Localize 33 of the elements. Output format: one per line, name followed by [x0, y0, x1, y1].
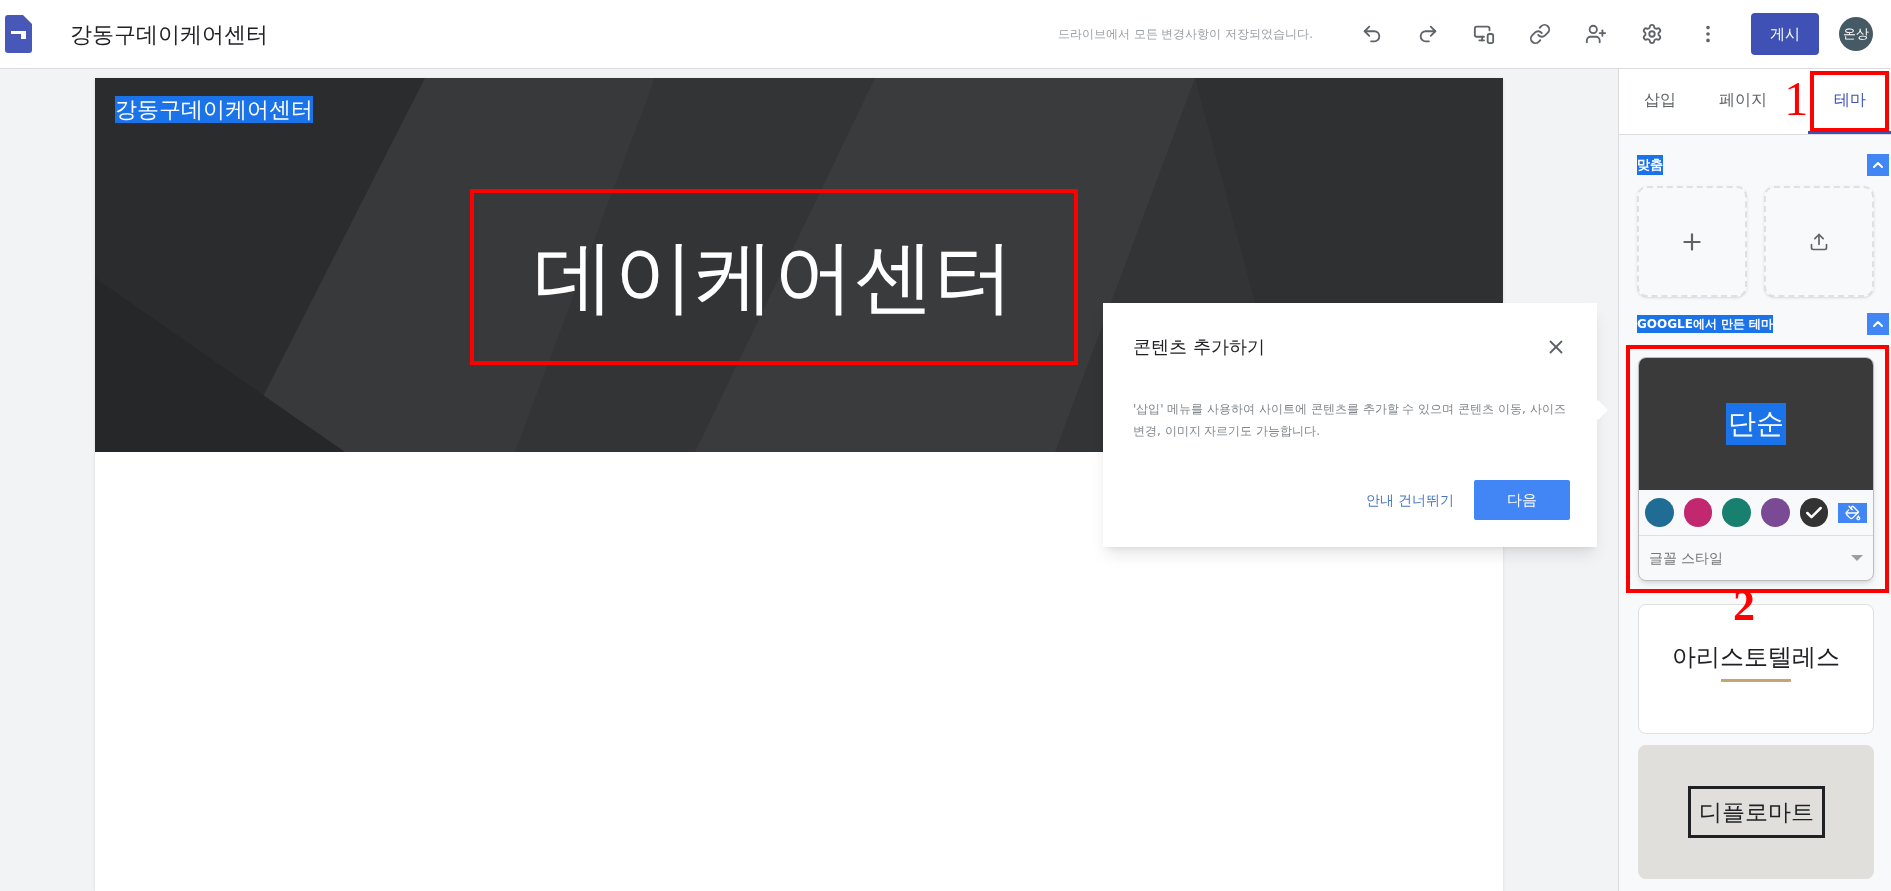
theme-name: 디플로마트 — [1687, 786, 1825, 838]
document-title[interactable]: 강동구데이케어센터 — [70, 17, 268, 51]
sites-logo-icon — [5, 15, 32, 53]
collapse-button[interactable] — [1867, 154, 1889, 176]
site-name[interactable]: 강동구데이케어센터 — [115, 96, 313, 123]
page-title[interactable]: 데이케어센터 — [470, 189, 1078, 365]
color-swatch[interactable] — [1722, 498, 1751, 527]
panel-tab[interactable]: 삽입 — [1619, 69, 1702, 134]
avatar[interactable]: 온상 — [1839, 17, 1873, 51]
save-status: 드라이브에서 모든 변경사항이 저장되었습니다. — [1057, 26, 1313, 43]
panel-tab[interactable]: 테마 — [1808, 69, 1891, 134]
paint-bucket-icon[interactable] — [1838, 502, 1868, 523]
dropdown-arrow-icon — [1851, 555, 1863, 561]
font-style-dropdown[interactable]: 글꼴 스타일 — [1639, 536, 1873, 580]
theme-card[interactable]: 디플로마트 — [1638, 745, 1874, 879]
publish-button[interactable]: 게시 — [1751, 13, 1819, 55]
theme-name: 단순 — [1726, 403, 1786, 445]
theme-card[interactable]: 단순 글꼴 스타일 — [1638, 357, 1874, 581]
skip-link[interactable]: 안내 건너뛰기 — [1365, 489, 1454, 511]
popup-title: 콘텐츠 추가하기 — [1133, 335, 1265, 359]
popup-body: '삽입' 메뉴를 사용하여 사이트에 콘텐츠를 추가할 수 있으며 콘텐츠 이동, 사이즈 변경, 이미지 자르기도 가능합니다. — [1133, 401, 1567, 440]
color-swatch[interactable] — [1799, 498, 1829, 527]
color-swatch[interactable] — [1645, 498, 1674, 527]
panel-tab[interactable]: 페이지 — [1701, 69, 1785, 134]
annotation-number: 1 — [1784, 71, 1809, 127]
section-title: 맞춤 — [1637, 155, 1663, 175]
next-button[interactable]: 다음 — [1474, 480, 1570, 520]
theme-name: 아리스토텔레스 — [1672, 642, 1840, 673]
collapse-button[interactable] — [1867, 313, 1889, 335]
section-title: GOOGLE에서 만든 테마 — [1637, 315, 1774, 333]
color-swatch[interactable] — [1683, 498, 1713, 527]
upload-icon — [1809, 231, 1829, 252]
color-swatch[interactable] — [1761, 498, 1790, 527]
